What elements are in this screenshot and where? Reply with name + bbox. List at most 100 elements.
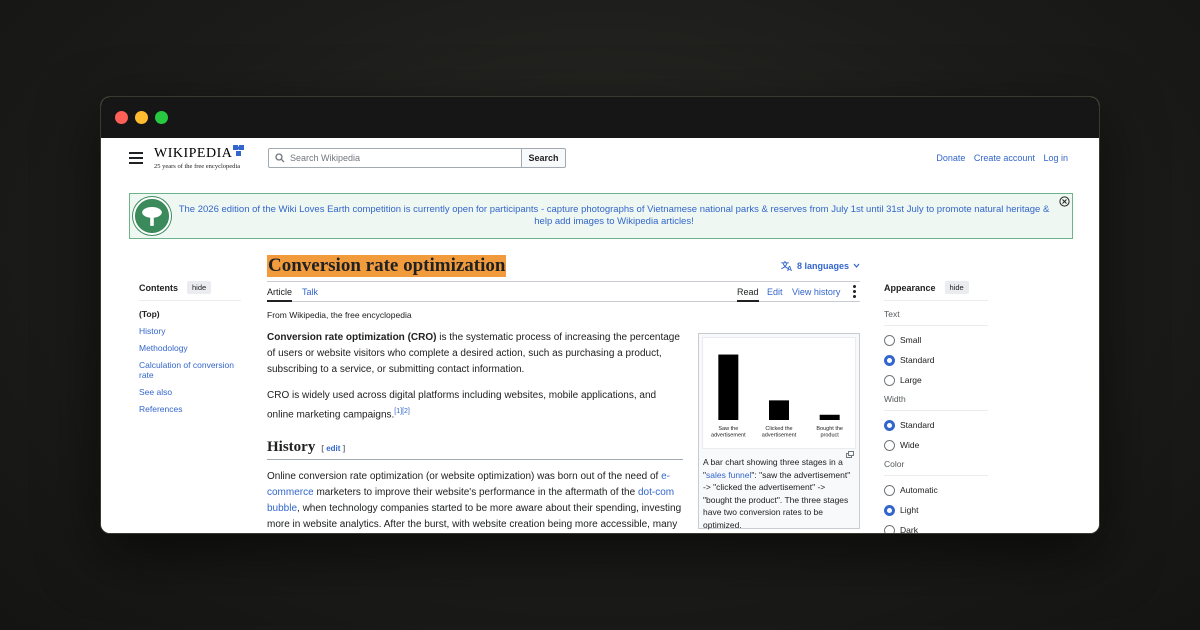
radio-button-icon[interactable] — [884, 524, 895, 533]
intro-paragraph: Conversion rate optimization (CRO) is th… — [267, 330, 683, 378]
radio-button-icon[interactable] — [884, 504, 895, 516]
tab-article[interactable]: Article — [267, 287, 293, 302]
close-icon[interactable] — [1059, 196, 1070, 207]
toc-hide-button[interactable]: hide — [187, 281, 212, 294]
browser-window: WIKIPEDIA 25 years of the free encyclope… — [100, 96, 1100, 534]
link-sales-funnel[interactable]: sales funnel — [706, 470, 751, 480]
wikipedia-page: WIKIPEDIA 25 years of the free encyclope… — [101, 138, 1099, 533]
tab-view-history[interactable]: View history — [792, 287, 840, 297]
user-links: Donate Create account Log in — [930, 153, 1068, 163]
radio-button-icon[interactable] — [884, 419, 895, 431]
radio-label: Automatic — [900, 485, 938, 495]
toc-title: Contents — [139, 282, 178, 293]
history-text-b: marketers to improve their website's per… — [313, 487, 638, 499]
language-count: 8 languages — [796, 260, 849, 271]
toc-item-see-also[interactable]: See also — [139, 387, 172, 397]
radio-width-wide[interactable]: Wide — [884, 439, 988, 451]
history-text-c: , when technology companies started to b… — [267, 503, 682, 531]
appearance-groups: Text Small Standard Large Width Standard Wide C… — [884, 309, 988, 533]
radio-group-label: Color — [884, 459, 988, 476]
radio-button-icon[interactable] — [884, 439, 895, 451]
radio-text-standard[interactable]: Standard — [884, 354, 988, 366]
search-form: Search — [268, 148, 566, 168]
radio-width-standard[interactable]: Standard — [884, 419, 988, 431]
sales-funnel-chart[interactable]: Saw the advertisement Clicked the advertise… — [702, 337, 856, 449]
minimize-window-button[interactable] — [135, 111, 148, 124]
search-field[interactable] — [268, 148, 521, 168]
paragraph-2-text: CRO is widely used across digital platfo… — [267, 390, 657, 421]
donate-link[interactable]: Donate — [936, 153, 965, 163]
history-paragraph: Online conversion rate optimization (or … — [267, 469, 683, 533]
tab-edit[interactable]: Edit — [767, 287, 783, 297]
window-titlebar — [101, 97, 1099, 138]
search-icon — [275, 153, 285, 163]
toc-item-history[interactable]: History — [139, 326, 165, 336]
figure-caption: A bar chart showing three stages in a "s… — [702, 456, 856, 531]
intro-bold: Conversion rate optimization (CRO) — [267, 332, 437, 343]
radio-color-automatic[interactable]: Automatic — [884, 484, 988, 496]
radio-group-label: Text — [884, 309, 988, 326]
edit-section-link[interactable]: edit — [326, 444, 340, 453]
toc-item-references[interactable]: References — [139, 404, 182, 414]
enlarge-icon[interactable] — [846, 451, 854, 458]
thumbnail-figure: Saw the advertisement Clicked the advertise… — [698, 333, 860, 531]
logo-tagline: 25 years of the free encyclopedia — [154, 163, 241, 170]
menu-icon[interactable] — [129, 152, 143, 167]
toc-item-methodology[interactable]: Methodology — [139, 343, 188, 353]
radio-group-width: Width Standard Wide — [884, 394, 988, 451]
citation-refs[interactable]: [1][2] — [394, 408, 410, 415]
radio-label: Large — [900, 375, 922, 385]
maximize-window-button[interactable] — [155, 111, 168, 124]
create-account-link[interactable]: Create account — [974, 153, 1035, 163]
banner-text[interactable]: The 2026 edition of the Wiki Loves Earth… — [174, 204, 1054, 228]
table-of-contents: Contents hide (Top) History Methodology … — [139, 281, 241, 421]
appearance-title: Appearance — [884, 282, 936, 293]
svg-text:A: A — [787, 266, 792, 271]
appearance-hide-button[interactable]: hide — [944, 281, 969, 294]
radio-button-icon[interactable] — [884, 484, 895, 496]
radio-color-light[interactable]: Light — [884, 504, 988, 516]
radio-group-color: Color Automatic Light Dark — [884, 459, 988, 533]
radio-label: Wide — [900, 440, 920, 450]
bar-2 — [819, 414, 840, 420]
chart-svg: Saw the advertisement Clicked the advertise… — [711, 354, 843, 439]
toc-item-top[interactable]: (Top) — [139, 309, 160, 319]
appearance-panel: Appearance hide Text Small Standard Large Wi… — [884, 281, 988, 533]
history-text-a: Online conversion rate optimization (or … — [267, 471, 662, 483]
radio-text-large[interactable]: Large — [884, 374, 988, 386]
translate-icon: 文A — [781, 260, 792, 271]
bar-label-2: Bought the product — [816, 426, 843, 439]
radio-group-text: Text Small Standard Large — [884, 309, 988, 386]
history-body: Online conversion rate optimization (or … — [267, 469, 683, 533]
page-tabs: Article Talk Read Edit View history — [267, 281, 860, 302]
wikipedia-logo[interactable]: WIKIPEDIA 25 years of the free encyclope… — [154, 144, 246, 170]
search-input[interactable] — [290, 153, 510, 163]
tab-talk[interactable]: Talk — [302, 287, 318, 297]
edit-bracket-close: ] — [340, 444, 346, 454]
tagline: From Wikipedia, the free encyclopedia — [267, 310, 412, 320]
tab-read[interactable]: Read — [737, 287, 759, 302]
toc-item-calculation[interactable]: Calculation of conversion rate — [139, 360, 234, 380]
puzzle-globe-icon — [233, 145, 245, 156]
radio-label: Light — [900, 505, 919, 515]
more-options-icon[interactable] — [853, 285, 856, 300]
page-title: Conversion rate optimization — [267, 255, 507, 277]
close-window-button[interactable] — [115, 111, 128, 124]
section-heading-history: History[ edit ] — [267, 439, 683, 461]
site-notice-banner: The 2026 edition of the Wiki Loves Earth… — [129, 193, 1073, 239]
search-button[interactable]: Search — [521, 148, 566, 168]
radio-button-icon[interactable] — [884, 354, 895, 366]
wiki-loves-earth-logo — [133, 197, 171, 235]
log-in-link[interactable]: Log in — [1043, 153, 1068, 163]
radio-button-icon[interactable] — [884, 334, 895, 346]
radio-label: Standard — [900, 420, 935, 430]
radio-text-small[interactable]: Small — [884, 334, 988, 346]
radio-label: Small — [900, 335, 922, 345]
toc-list: (Top) History Methodology Calculation of… — [139, 309, 241, 414]
article-body: Conversion rate optimization (CRO) is th… — [267, 330, 683, 423]
logo-word: WIKIPEDIA — [154, 146, 233, 161]
radio-color-dark[interactable]: Dark — [884, 524, 988, 533]
language-button[interactable]: 文A 8 languages — [781, 260, 860, 271]
radio-label: Standard — [900, 355, 935, 365]
radio-button-icon[interactable] — [884, 374, 895, 386]
